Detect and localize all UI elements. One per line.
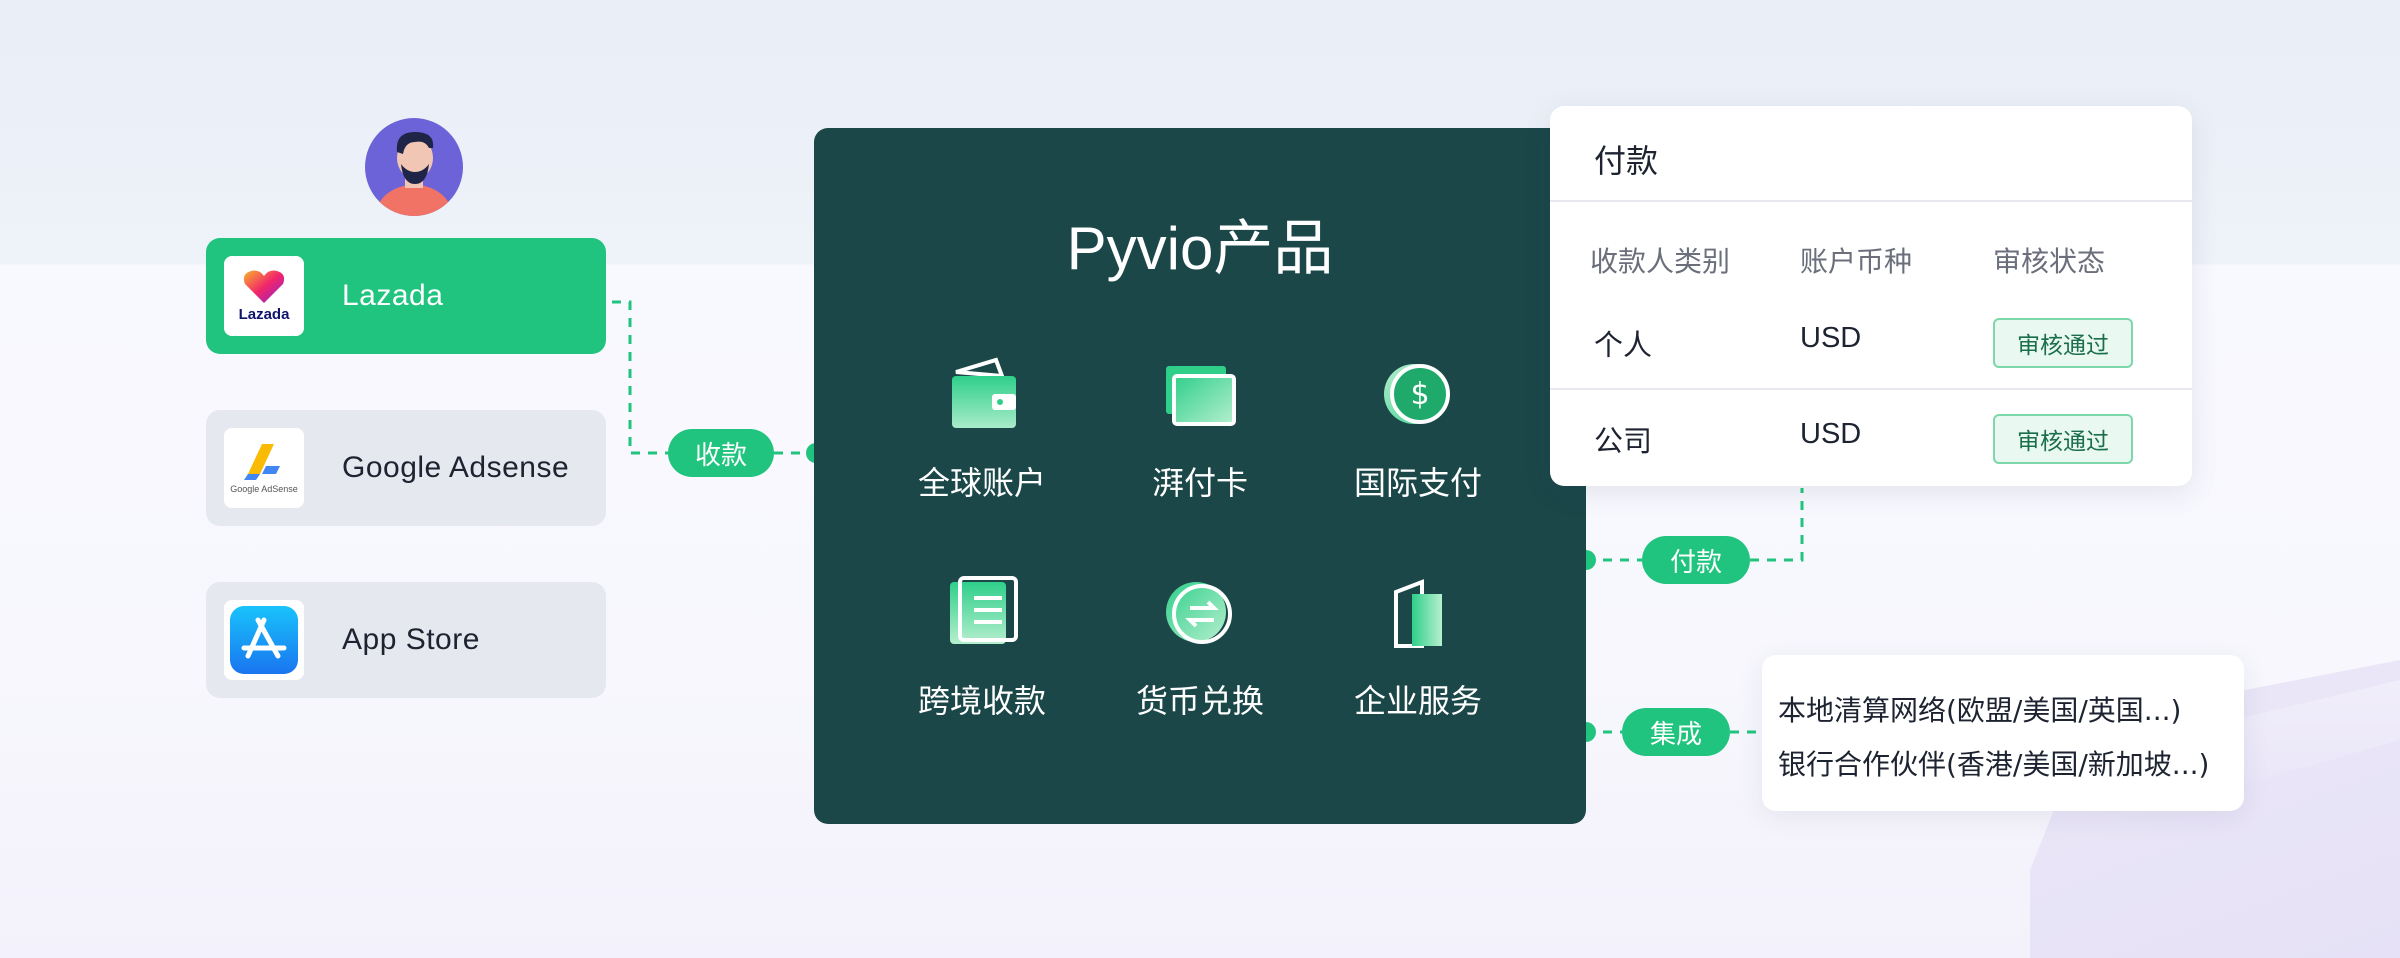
- payment-row-divider: [1550, 388, 2192, 390]
- product-card: Pyvio产品 全球账户 湃付卡 $ 国际支付 跨境收款 货币兑换 企业服务: [814, 128, 1586, 824]
- dollar-coin-icon: $: [1384, 364, 1450, 424]
- adsense-icon: [244, 444, 280, 480]
- feature-label: 湃付卡: [1151, 464, 1248, 502]
- recipient-type: 公司: [1594, 426, 1653, 458]
- collect-connector-line: [612, 300, 668, 455]
- column-header-recipient-type: 收款人类别: [1590, 245, 1731, 278]
- integration-card: 本地清算网络(欧盟/美国/英国...) 银行合作伙伴(香港/美国/新加坡...): [1762, 655, 2244, 811]
- currency-value: USD: [1800, 418, 1862, 450]
- lazada-logo: Lazada: [224, 256, 304, 336]
- adsense-logo-text: Google AdSense: [230, 484, 298, 494]
- feature-label: 企业服务: [1353, 682, 1482, 720]
- svg-text:$: $: [1410, 377, 1429, 412]
- feature-currency-exchange[interactable]: 货币兑换: [1090, 574, 1310, 734]
- feature-global-account[interactable]: 全球账户: [872, 356, 1092, 516]
- lazada-heart-icon: [243, 270, 285, 303]
- exchange-icon: [1166, 582, 1232, 644]
- feature-pyvio-card[interactable]: 湃付卡: [1090, 356, 1310, 516]
- payment-card-title: 付款: [1594, 142, 1659, 180]
- feature-enterprise-service[interactable]: 企业服务: [1308, 574, 1528, 734]
- currency-value: USD: [1800, 322, 1862, 354]
- column-header-currency: 账户币种: [1800, 245, 1913, 278]
- payment-card-divider: [1550, 200, 2192, 202]
- feature-cross-border-collection[interactable]: 跨境收款: [872, 574, 1092, 734]
- feature-label: 货币兑换: [1135, 682, 1264, 720]
- integration-bank-partners: 银行合作伙伴(香港/美国/新加坡...): [1778, 748, 2210, 781]
- platform-name-lazada: Lazada: [342, 279, 444, 312]
- platform-google-adsense[interactable]: Google AdSense Google Adsense: [206, 410, 606, 526]
- collect-pill: 收款: [668, 429, 774, 477]
- platform-name-google-adsense: Google Adsense: [342, 451, 570, 484]
- product-title: Pyvio产品: [1066, 215, 1334, 282]
- payment-card: 付款 收款人类别 账户币种 审核状态 个人 USD 审核通过 公司 USD 审核…: [1550, 106, 2192, 486]
- feature-label: 全球账户: [917, 464, 1046, 502]
- platform-lazada[interactable]: Lazada Lazada: [206, 238, 606, 354]
- app-store-icon: [230, 606, 298, 674]
- wallet-icon: [952, 357, 1016, 428]
- google-adsense-logo: Google AdSense: [224, 428, 304, 508]
- status-badge: 审核通过: [1993, 414, 2133, 464]
- feature-label: 跨境收款: [917, 682, 1046, 720]
- card-icon: [1166, 366, 1236, 426]
- pay-pill: 付款: [1642, 536, 1750, 584]
- column-header-status: 审核状态: [1993, 245, 2106, 278]
- user-avatar: [365, 118, 463, 216]
- integration-clearing-networks: 本地清算网络(欧盟/美国/英国...): [1778, 694, 2182, 727]
- document-icon: [950, 576, 1018, 644]
- app-store-logo: [224, 600, 304, 680]
- integrate-pill: 集成: [1622, 708, 1730, 756]
- feature-label: 国际支付: [1353, 464, 1482, 502]
- status-badge: 审核通过: [1993, 318, 2133, 368]
- recipient-type: 个人: [1594, 330, 1653, 362]
- feature-international-payment[interactable]: $ 国际支付: [1308, 356, 1528, 516]
- lazada-logo-text: Lazada: [238, 305, 290, 323]
- person-icon: [375, 132, 453, 216]
- pay-to-card-line: [1750, 488, 1804, 562]
- building-icon: [1394, 579, 1442, 648]
- platform-app-store[interactable]: App Store: [206, 582, 606, 698]
- platform-name-app-store: App Store: [342, 623, 480, 656]
